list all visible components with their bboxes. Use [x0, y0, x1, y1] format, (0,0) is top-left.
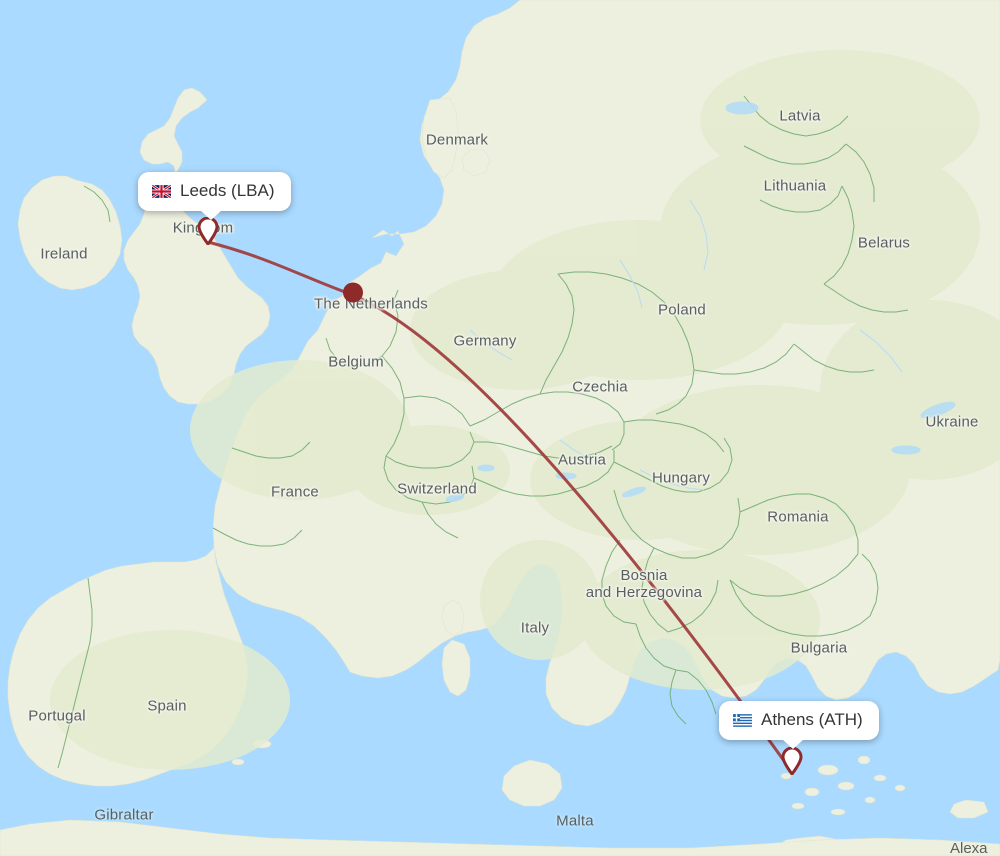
gb-flag-icon [152, 184, 171, 198]
map-pin-icon [197, 216, 219, 247]
callout-tail [782, 739, 804, 749]
destination-airport-callout[interactable]: Athens (ATH) [719, 701, 879, 749]
origin-pin-marker[interactable] [197, 216, 219, 250]
destination-airport-label: Athens (ATH) [761, 710, 863, 729]
callout-tail [200, 210, 222, 220]
origin-airport-callout[interactable]: Leeds (LBA) [138, 172, 291, 220]
waypoint-dot-marker[interactable] [342, 282, 364, 309]
destination-pin-marker[interactable] [781, 746, 803, 780]
origin-airport-label: Leeds (LBA) [180, 181, 275, 200]
flight-route-map[interactable]: Ireland Kingdom Denmark Latvia Lithuania… [0, 0, 1000, 856]
gr-flag-icon [733, 713, 752, 727]
route-waypoint-icon [343, 282, 363, 303]
map-pin-icon [781, 746, 803, 777]
